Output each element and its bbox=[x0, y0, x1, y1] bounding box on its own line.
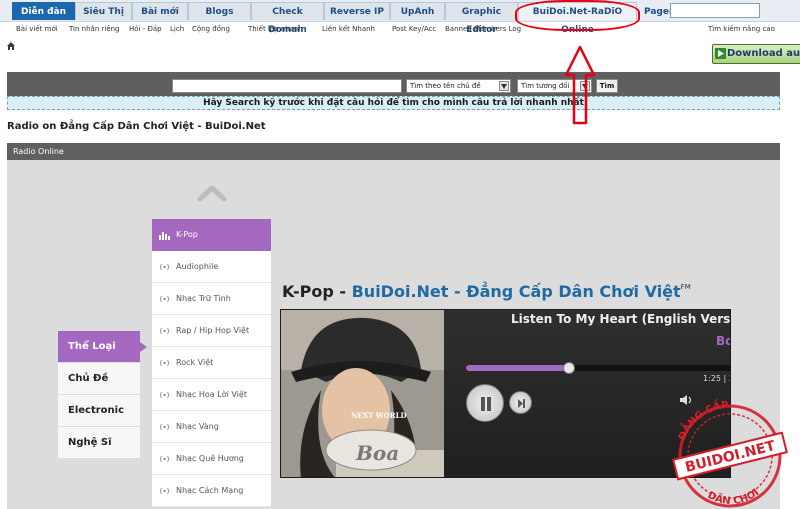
search-topic-label: Tìm theo tên chủ đề bbox=[410, 82, 481, 90]
station-item[interactable]: Rap / Hip Hop Việt bbox=[152, 315, 271, 347]
station-list: K-Pop Audiophile Nhạc Trữ Tình Rap / Hip… bbox=[152, 219, 271, 507]
broadcast-icon bbox=[160, 327, 169, 335]
chevron-up-icon[interactable] bbox=[197, 184, 227, 202]
broadcast-icon bbox=[160, 487, 169, 495]
station-item[interactable]: K-Pop bbox=[152, 219, 271, 251]
panel-header: Radio Online bbox=[7, 143, 780, 160]
tab-sieu-thi[interactable]: Siêu Thị bbox=[75, 2, 132, 20]
progress-bar[interactable] bbox=[466, 362, 730, 374]
station-label: Nhạc Vàng bbox=[176, 422, 219, 431]
station-label: Rock Việt bbox=[176, 358, 214, 367]
sublink-calendar[interactable]: Lịch bbox=[170, 25, 184, 33]
category-the-loai[interactable]: Thể Loại bbox=[58, 331, 147, 363]
cover-text: NEXT WORLD bbox=[351, 411, 407, 420]
album-cover: NEXT WORLD Boa bbox=[281, 310, 444, 477]
progress-knob[interactable] bbox=[562, 362, 575, 374]
station-label: Rap / Hip Hop Việt bbox=[176, 326, 250, 335]
top-nav: Diễn đàn Siêu Thị Bài mới Blogs Check Do… bbox=[0, 0, 800, 35]
tab-dien-dan[interactable]: Diễn đàn bbox=[12, 2, 75, 20]
search-hint: Hãy Search kỹ trước khi đặt câu hỏi để t… bbox=[7, 96, 780, 110]
now-playing-title: K-Pop - BuiDoi.Net - Đẳng Cấp Dân Chơi V… bbox=[282, 282, 691, 301]
station-item[interactable]: Nhạc Hoa Lời Việt bbox=[152, 379, 271, 411]
time-display: 1:25 | 3 bbox=[703, 374, 731, 383]
pause-icon bbox=[481, 397, 491, 411]
radio-player: NEXT WORLD Boa Listen To My Heart (Engli… bbox=[280, 309, 731, 478]
chevron-down-icon bbox=[499, 81, 509, 91]
search-button[interactable]: Tìm bbox=[596, 79, 618, 93]
category-chu-de[interactable]: Chủ Đề bbox=[58, 363, 140, 395]
station-item[interactable]: Audiophile bbox=[152, 251, 271, 283]
tab-check-domain[interactable]: Check Domain bbox=[251, 2, 324, 35]
category-electronic[interactable]: Electronic bbox=[58, 395, 140, 427]
stamp-main-text: BUIDOI.NET bbox=[684, 438, 778, 476]
now-playing-fm: FM bbox=[680, 283, 691, 291]
station-item[interactable]: Nhạc Quê Hương bbox=[152, 443, 271, 475]
search-input[interactable] bbox=[172, 79, 402, 93]
sublink-faq[interactable]: Hỏi - Đáp bbox=[129, 25, 162, 33]
equalizer-icon bbox=[159, 232, 170, 240]
station-label: Nhạc Hoa Lời Việt bbox=[176, 390, 247, 399]
category-list: Thể Loại Chủ Đề Electronic Nghệ Sĩ bbox=[58, 331, 147, 459]
broadcast-icon bbox=[160, 263, 169, 271]
tab-upanh[interactable]: UpAnh bbox=[390, 2, 445, 20]
buidoi-stamp-logo: ĐẲNG CẤP DÂN CHƠI BUIDOI.NET bbox=[670, 398, 788, 508]
next-icon bbox=[518, 399, 525, 408]
broadcast-icon bbox=[160, 423, 169, 431]
sublink-post-key[interactable]: Post Key/Acc bbox=[392, 25, 436, 33]
now-playing-separator: - bbox=[333, 282, 352, 301]
tab-reverse-ip[interactable]: Reverse IP bbox=[324, 2, 390, 20]
next-button[interactable] bbox=[509, 391, 532, 414]
stamp-top-text: ĐẲNG CẤP bbox=[670, 398, 736, 444]
search-topic-select[interactable]: Tìm theo tên chủ đề bbox=[406, 79, 511, 93]
category-nghe-si[interactable]: Nghệ Sĩ bbox=[58, 427, 140, 459]
home-icon[interactable] bbox=[6, 41, 16, 51]
now-playing-brand: BuiDoi.Net - Đẳng Cấp Dân Chơi Việt bbox=[351, 282, 681, 301]
download-button[interactable]: Download au bbox=[712, 44, 800, 64]
tab-bai-moi[interactable]: Bài mới bbox=[132, 2, 188, 20]
broadcast-icon bbox=[160, 359, 169, 367]
station-item[interactable]: Nhạc Trữ Tình bbox=[152, 283, 271, 315]
sublink-banned-log[interactable]: Banned Members Log bbox=[445, 25, 521, 33]
station-label: Audiophile bbox=[176, 262, 219, 271]
broadcast-icon bbox=[160, 295, 169, 303]
download-label: Download au bbox=[727, 48, 800, 59]
sublink-private-messages[interactable]: Tin nhắn riêng bbox=[69, 25, 120, 33]
tab-graphic-editor[interactable]: Graphic Editor bbox=[445, 2, 518, 35]
pause-button[interactable] bbox=[466, 384, 504, 422]
sublink-new-posts[interactable]: Bài viết mới bbox=[16, 25, 58, 33]
now-playing-station: K-Pop bbox=[282, 282, 334, 301]
broadcast-icon bbox=[160, 391, 169, 399]
sublink-quick-settings[interactable]: Thiết lập nhanh bbox=[248, 25, 303, 33]
sublink-quick-links[interactable]: Liên kết Nhanh bbox=[322, 25, 375, 33]
station-item[interactable]: Nhạc Vàng bbox=[152, 411, 271, 443]
station-label: Nhạc Cách Mạng bbox=[176, 486, 244, 495]
nav-search-input[interactable] bbox=[670, 3, 760, 18]
artist-name: Bo bbox=[716, 334, 730, 348]
sublink-community[interactable]: Cộng đồng bbox=[192, 25, 230, 33]
station-label: K-Pop bbox=[176, 230, 198, 239]
advanced-search-link[interactable]: Tìm kiếm nâng cao bbox=[708, 25, 775, 33]
tab-blogs[interactable]: Blogs bbox=[188, 2, 251, 20]
station-label: Nhạc Trữ Tình bbox=[176, 294, 231, 303]
broadcast-icon bbox=[160, 455, 169, 463]
play-icon bbox=[715, 48, 726, 59]
annotation-arrow bbox=[564, 45, 596, 125]
song-title: Listen To My Heart (English Version bbox=[511, 312, 731, 326]
station-label: Nhạc Quê Hương bbox=[176, 454, 244, 463]
station-item[interactable]: Rock Việt bbox=[152, 347, 271, 379]
sub-nav: Bài viết mới Tin nhắn riêng Hỏi - Đáp Lị… bbox=[0, 22, 800, 40]
station-item[interactable]: Nhạc Cách Mạng bbox=[152, 475, 271, 507]
page-title: Radio on Đẳng Cấp Dân Chơi Việt - BuiDoi… bbox=[7, 121, 266, 132]
progress-fill bbox=[466, 365, 569, 371]
svg-text:Boa: Boa bbox=[355, 441, 399, 465]
